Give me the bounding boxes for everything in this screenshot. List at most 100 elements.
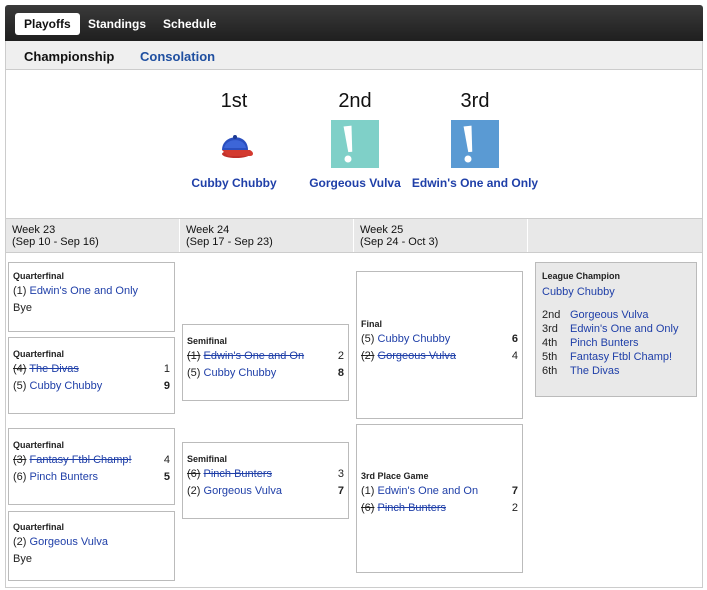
team-link[interactable]: Cubby Chubby <box>30 380 103 392</box>
bye-label: Bye <box>13 553 32 565</box>
match-row: (1) Edwin's One and On 7 <box>361 484 518 501</box>
team-score: 2 <box>511 502 518 514</box>
week-dates: (Sep 10 - Sep 16) <box>12 236 99 248</box>
champion-team-link[interactable]: Cubby Chubby <box>542 286 690 298</box>
podium-place: 3rd <box>460 90 490 112</box>
match-box: Quarterfinal (4) The Divas 1 (5) Cubby C… <box>8 337 175 414</box>
match-row: (2) Gorgeous Vulva 4 <box>361 349 518 366</box>
bye-label: Bye <box>13 302 32 314</box>
team-link[interactable]: Cubby Chubby <box>378 333 451 345</box>
team-link[interactable]: Gorgeous Vulva <box>570 309 648 321</box>
team-link[interactable]: The Divas <box>29 363 79 375</box>
match-box: 3rd Place Game (1) Edwin's One and On 7 … <box>356 424 523 573</box>
tab-consolation[interactable]: Consolation <box>140 49 215 64</box>
standing-row: 3rd Edwin's One and Only <box>542 322 690 336</box>
match-box: Semifinal (1) Edwin's One and On 2 (5) C… <box>182 324 349 401</box>
match-title: 3rd Place Game <box>361 471 429 481</box>
match-title: Quarterfinal <box>13 522 65 532</box>
week-header-row: Week 23 (Sep 10 - Sep 16) Week 24 (Sep 1… <box>6 218 702 253</box>
exclamation-icon <box>331 120 379 168</box>
match-box: Final (5) Cubby Chubby 6 (2) Gorgeous Vu… <box>356 271 523 419</box>
match-row: (3) Fantasy Ftbl Champ! 4 <box>13 453 170 470</box>
match-row: (6) Pinch Bunters 5 <box>13 470 170 487</box>
week-header: Week 24 (Sep 17 - Sep 23) <box>180 219 354 252</box>
podium-third: 3rd Edwin's One and Only <box>400 90 550 190</box>
standing-place: 3rd <box>542 323 558 335</box>
team-score: 4 <box>511 350 518 362</box>
team-link[interactable]: Edwin's One and On <box>378 485 479 497</box>
standing-row: 4th Pinch Bunters <box>542 336 690 350</box>
team-seed: (2) <box>187 485 201 497</box>
team-score: 1 <box>163 363 170 375</box>
champion-title: League Champion <box>542 271 621 281</box>
baseball-cap-icon <box>210 120 258 168</box>
standing-place: 6th <box>542 365 558 377</box>
team-score: 2 <box>337 350 344 362</box>
team-seed: (1) <box>361 485 375 497</box>
standing-row: 6th The Divas <box>542 364 690 378</box>
team-score: 6 <box>511 333 518 345</box>
team-score: 5 <box>163 471 170 483</box>
team-seed: (4) <box>13 363 27 375</box>
week-header: Week 25 (Sep 24 - Oct 3) <box>354 219 528 252</box>
match-row: (4) The Divas 1 <box>13 362 170 379</box>
week-label: Week 24 <box>186 224 230 236</box>
standing-place: 4th <box>542 337 558 349</box>
match-row: (6) Pinch Bunters 2 <box>361 501 518 518</box>
tab-schedule[interactable]: Schedule <box>154 13 225 35</box>
week-label: Week 23 <box>12 224 56 236</box>
team-seed: (6) <box>187 468 201 480</box>
team-link[interactable]: Fantasy Ftbl Champ! <box>570 351 672 363</box>
team-seed: (5) <box>187 367 201 379</box>
match-box: Semifinal (6) Pinch Bunters 3 (2) Gorgeo… <box>182 442 349 519</box>
team-seed: (6) <box>13 471 27 483</box>
podium-team[interactable]: Edwin's One and Only <box>400 176 550 190</box>
team-link[interactable]: Edwin's One and On <box>204 350 305 362</box>
week-dates: (Sep 24 - Oct 3) <box>360 236 439 248</box>
league-champion-panel: League Champion Cubby Chubby 2nd Gorgeous… <box>535 262 697 397</box>
team-score: 3 <box>337 468 344 480</box>
team-link[interactable]: Fantasy Ftbl Champ! <box>30 454 132 466</box>
team-link[interactable]: Gorgeous Vulva <box>30 536 108 548</box>
team-seed: (5) <box>361 333 375 345</box>
team-link[interactable]: Pinch Bunters <box>378 502 446 514</box>
week-header: Week 23 (Sep 10 - Sep 16) <box>6 219 180 252</box>
match-title: Final <box>361 319 383 329</box>
week-label: Week 25 <box>360 224 404 236</box>
tab-championship[interactable]: Championship <box>24 49 114 64</box>
team-link[interactable]: Pinch Bunters <box>204 468 272 480</box>
team-link[interactable]: Pinch Bunters <box>30 471 98 483</box>
tab-standings[interactable]: Standings <box>79 13 155 35</box>
match-box: Quarterfinal (3) Fantasy Ftbl Champ! 4 (… <box>8 428 175 505</box>
tab-playoffs[interactable]: Playoffs <box>15 13 80 35</box>
match-title: Quarterfinal <box>13 271 65 281</box>
team-link[interactable]: Edwin's One and Only <box>30 285 139 297</box>
standing-place: 5th <box>542 351 558 363</box>
team-score: 8 <box>337 367 344 379</box>
match-row: (2) Gorgeous Vulva 7 <box>187 484 344 501</box>
match-row: (5) Cubby Chubby 8 <box>187 366 344 383</box>
match-row: (5) Cubby Chubby 9 <box>13 379 170 396</box>
standing-place: 2nd <box>542 309 561 321</box>
team-link[interactable]: Gorgeous Vulva <box>378 350 456 362</box>
team-seed: (5) <box>13 380 27 392</box>
match-title: Semifinal <box>187 454 228 464</box>
match-row: (2) Gorgeous Vulva <box>13 535 170 552</box>
match-title: Quarterfinal <box>13 349 65 359</box>
match-box: Quarterfinal (2) Gorgeous Vulva Bye <box>8 511 175 581</box>
week-header-empty <box>528 219 702 252</box>
team-link[interactable]: Edwin's One and Only <box>570 323 679 335</box>
team-link[interactable]: The Divas <box>570 365 620 377</box>
week-dates: (Sep 17 - Sep 23) <box>186 236 273 248</box>
bracket-subtabs: Championship Consolation <box>5 41 703 70</box>
team-seed: (1) <box>187 350 201 362</box>
team-link[interactable]: Cubby Chubby <box>204 367 277 379</box>
team-seed: (1) <box>13 285 27 297</box>
match-row: (1) Edwin's One and Only <box>13 284 170 301</box>
team-seed: (6) <box>361 502 375 514</box>
team-seed: (2) <box>361 350 375 362</box>
team-link[interactable]: Pinch Bunters <box>570 337 638 349</box>
team-link[interactable]: Gorgeous Vulva <box>204 485 282 497</box>
match-title: Quarterfinal <box>13 440 65 450</box>
exclamation-icon <box>451 120 499 168</box>
